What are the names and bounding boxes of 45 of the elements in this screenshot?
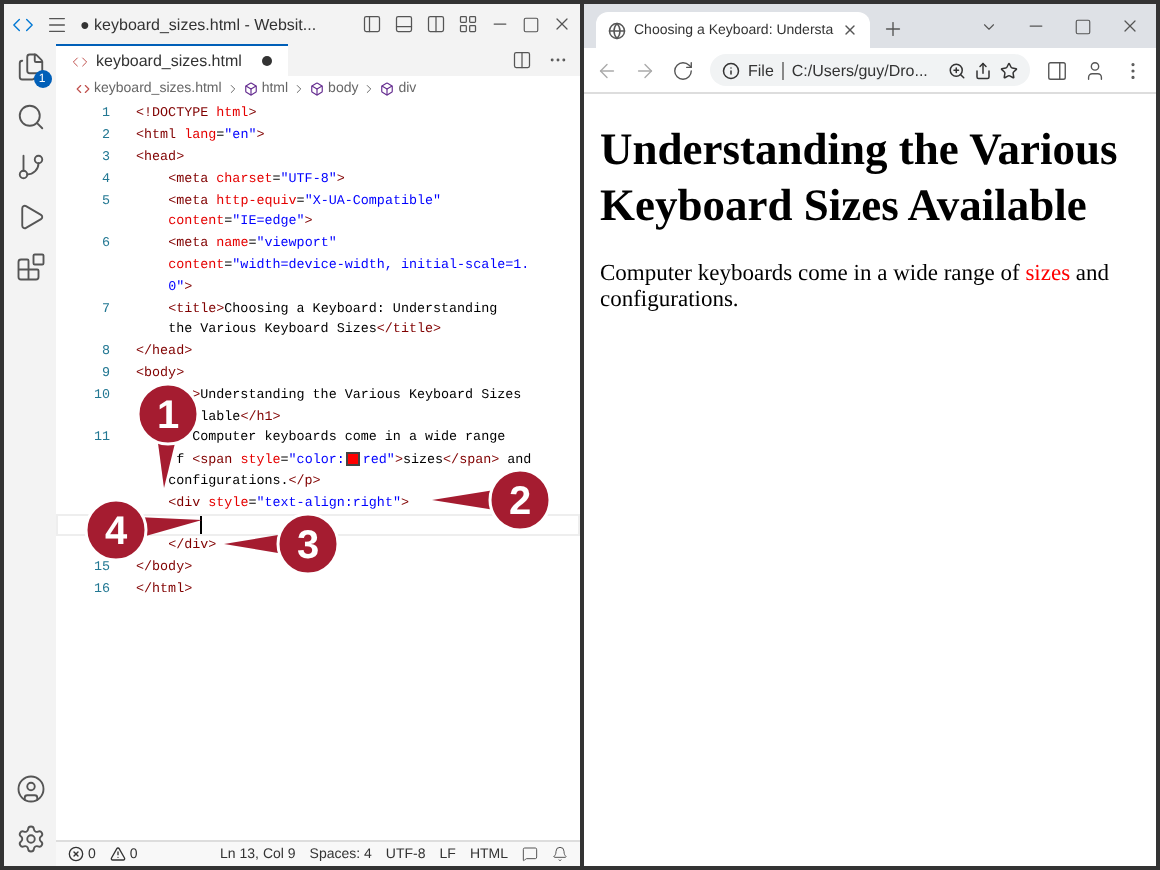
share-icon[interactable]: [974, 61, 992, 79]
symbol-icon: [243, 81, 258, 95]
settings-icon[interactable]: [15, 824, 45, 854]
window-title: ● keyboard_sizes.html - Websit...: [80, 15, 319, 33]
side-panel-icon[interactable]: [1046, 59, 1068, 81]
panel-layout-icon[interactable]: [394, 14, 414, 34]
info-icon[interactable]: [722, 61, 740, 79]
warning-icon: [109, 846, 126, 862]
globe-icon: [608, 21, 626, 39]
chevron-icon: [362, 81, 377, 95]
extensions-icon[interactable]: [15, 252, 45, 282]
maximize-icon[interactable]: [522, 15, 540, 33]
tab-label: keyboard_sizes.html: [96, 52, 242, 70]
editor-tab[interactable]: keyboard_sizes.html: [56, 44, 288, 76]
chevron-icon: [225, 81, 240, 95]
new-tab-icon[interactable]: [881, 18, 904, 40]
search-icon[interactable]: [15, 102, 45, 132]
menu-icon[interactable]: [46, 13, 68, 35]
vscode-logo-icon: [12, 13, 34, 35]
close-icon[interactable]: [1120, 16, 1140, 36]
symbol-icon: [380, 81, 395, 95]
bell-icon[interactable]: [552, 846, 568, 862]
split-layout-icon[interactable]: [426, 14, 446, 34]
run-debug-icon[interactable]: [15, 202, 45, 232]
sidebar-layout-icon[interactable]: [362, 14, 382, 34]
html-file-icon: [72, 53, 88, 69]
feedback-icon[interactable]: [522, 846, 538, 862]
error-icon: [68, 846, 84, 862]
maximize-icon[interactable]: [1074, 17, 1092, 35]
chevron-icon: [292, 81, 307, 95]
page-heading: Understanding the Various Keyboard Sizes Available: [600, 122, 1120, 234]
source-control-icon[interactable]: [15, 152, 45, 182]
close-icon[interactable]: [552, 14, 572, 34]
zoom-icon[interactable]: [948, 61, 966, 79]
address-bar[interactable]: File C:/Users/guy/Dro...: [710, 54, 1030, 86]
grid-layout-icon[interactable]: [458, 14, 478, 34]
page-paragraph: Computer keyboards come in a wide range of sizes and configurations.: [600, 262, 1112, 314]
html-file-icon: [76, 81, 90, 95]
account-icon[interactable]: [15, 774, 45, 804]
close-icon[interactable]: [841, 22, 858, 38]
symbol-icon: [310, 81, 325, 95]
split-editor-icon[interactable]: [512, 50, 532, 70]
star-icon[interactable]: [1000, 61, 1018, 79]
profile-icon[interactable]: [1084, 59, 1106, 81]
reload-icon[interactable]: [672, 59, 694, 81]
